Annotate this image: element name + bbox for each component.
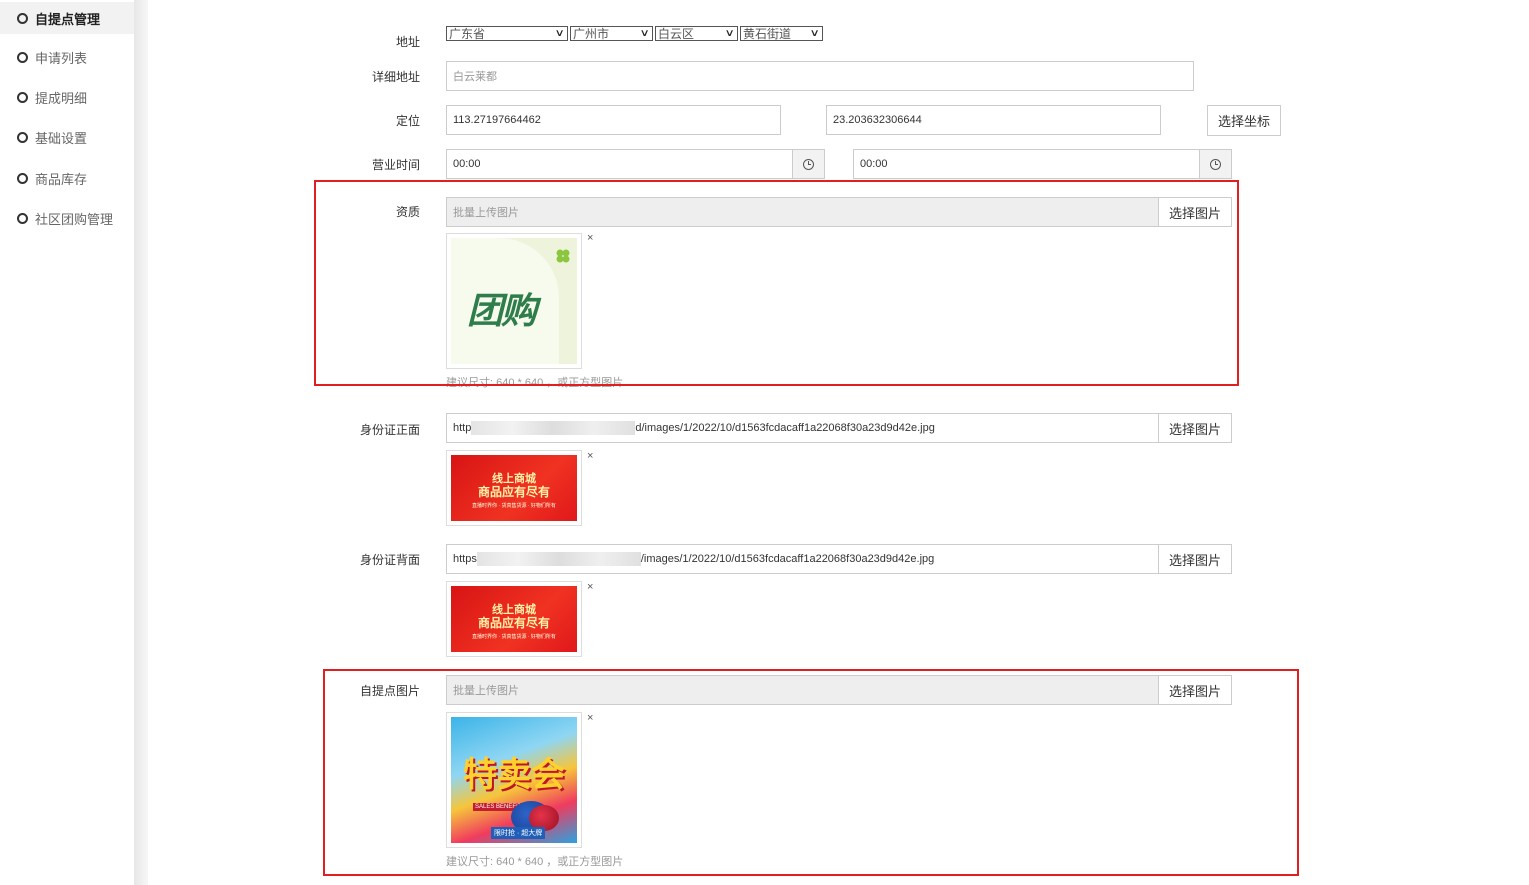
id-front-image: 线上商城 商品应有尽有 直播时界你 · 货真售货源 · 好物们所有 [446,450,582,526]
detail-address-label: 详细地址 [371,70,420,84]
id-back-label: 身份证背面 [359,553,420,567]
sidebar-item-commission-detail[interactable]: 提成明细 [0,81,134,113]
circle-icon [17,12,28,24]
id-front-select-image-button[interactable]: 选择图片 [1158,413,1232,443]
blurred-region [471,421,636,435]
sidebar-item-group-buying[interactable]: 社区团购管理 [0,202,134,234]
longitude-input[interactable]: 113.27197664462 [446,105,781,135]
clock-icon [1210,158,1221,170]
sidebar-item-pickup-management[interactable]: 自提点管理 [0,2,134,34]
sidebar-item-label: 申请列表 [35,50,88,66]
circle-icon [17,172,28,184]
highlight-box-qualification [314,180,1239,386]
blurred-region [476,552,641,566]
app-root: 自提点管理 申请列表 提成明细 基础设置 商品库存 社区团购管理 地址 广东省 ∨… [0,0,1529,885]
image-text-line2: 商品应有尽有 [477,616,550,630]
sidebar-item-label: 商品库存 [35,171,88,187]
remove-id-back-image-button[interactable]: × [587,581,593,593]
start-time-picker[interactable] [792,149,825,179]
image-text-line3: 直播时界你 · 货真售货源 · 好物们所有 [472,634,556,640]
highlight-box-pickup-image [323,669,1299,876]
id-back-url-input[interactable]: https/images/1/2022/10/d1563fcdacaff1a22… [446,544,1159,574]
end-time-input[interactable]: 00:00 [853,149,1200,179]
province-value: 广东省 [449,27,486,41]
city-value: 广州市 [573,27,610,41]
sidebar-item-inventory[interactable]: 商品库存 [0,162,134,194]
street-value: 黄石街道 [743,27,792,41]
id-back-url-prefix: https [453,553,477,565]
id-front-url-input[interactable]: http d/images/1/2022/10/d1563fcdacaff1a22… [446,413,1159,443]
city-select[interactable]: 广州市 ∨ [570,26,653,41]
location-label: 定位 [395,114,420,128]
circle-icon [17,51,28,63]
sidebar-item-label: 提成明细 [35,90,88,106]
start-time-input[interactable]: 00:00 [446,149,793,179]
province-select[interactable]: 广东省 ∨ [446,26,568,41]
sidebar: 自提点管理 申请列表 提成明细 基础设置 商品库存 社区团购管理 [0,0,134,885]
detail-address-input[interactable]: 白云莱都 [446,61,1194,91]
sidebar-item-label: 基础设置 [35,130,88,146]
id-front-url-suffix: d/images/1/2022/10/d1563fcdacaff1a22068f… [635,422,935,434]
circle-icon [17,212,28,224]
district-value: 白云区 [658,27,695,41]
sidebar-item-label: 社区团购管理 [35,211,114,227]
chevron-down-icon: ∨ [554,28,565,39]
circle-icon [17,91,28,103]
id-back-url-suffix: /images/1/2022/10/d1563fcdacaff1a22068f3… [640,553,935,565]
address-label: 地址 [395,35,420,49]
street-select[interactable]: 黄石街道 ∨ [740,26,823,41]
chevron-down-icon: ∨ [724,28,735,39]
id-back-select-image-button[interactable]: 选择图片 [1158,544,1232,574]
latitude-input[interactable]: 23.203632306644 [826,105,1161,135]
chevron-down-icon: ∨ [809,28,820,39]
mall-banner-image: 线上商城 商品应有尽有 直播时界你 · 货真售货源 · 好物们所有 [451,455,577,521]
sidebar-item-basic-settings[interactable]: 基础设置 [0,121,134,153]
select-coordinates-button[interactable]: 选择坐标 [1207,105,1281,136]
chevron-down-icon: ∨ [639,28,650,39]
id-back-image: 线上商城 商品应有尽有 直播时界你 · 货真售货源 · 好物们所有 [446,581,582,657]
circle-icon [17,131,28,143]
remove-id-front-image-button[interactable]: × [587,450,593,462]
image-text-line3: 直播时界你 · 货真售货源 · 好物们所有 [472,503,556,509]
id-front-url-prefix: http [453,422,472,434]
sidebar-item-application-list[interactable]: 申请列表 [0,41,134,73]
mall-banner-image: 线上商城 商品应有尽有 直播时界你 · 货真售货源 · 好物们所有 [451,586,577,652]
sidebar-item-label: 自提点管理 [35,11,101,27]
image-text-line2: 商品应有尽有 [477,485,550,499]
sidebar-divider [134,0,148,885]
clock-icon [803,158,814,170]
end-time-picker[interactable] [1199,149,1232,179]
id-front-label: 身份证正面 [359,423,420,437]
business-hours-label: 营业时间 [371,158,420,172]
district-select[interactable]: 白云区 ∨ [655,26,738,41]
